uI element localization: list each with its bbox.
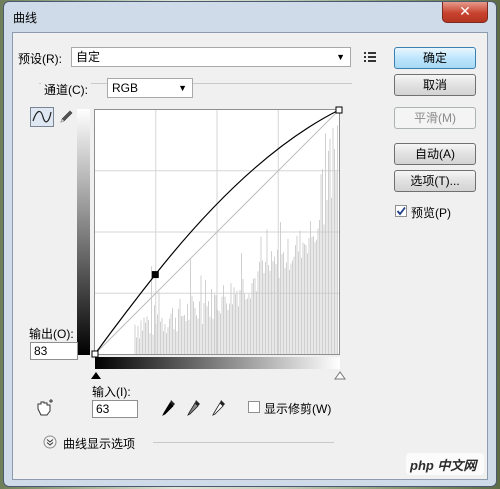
black-eyedropper-icon[interactable]: [161, 399, 177, 417]
input-field[interactable]: 63: [92, 400, 138, 418]
close-button[interactable]: ✕: [442, 2, 488, 23]
white-eyedropper-icon[interactable]: [211, 399, 227, 417]
black-point-slider[interactable]: [91, 372, 101, 379]
curve-endpoint-black[interactable]: [91, 350, 99, 358]
title-bar[interactable]: 曲线 ✕: [4, 2, 496, 30]
input-label: 输入(I):: [92, 385, 131, 399]
watermark-text: php 中文网: [410, 458, 477, 473]
curves-dialog: 曲线 ✕ 预设(R): 自定 ▼ 确定 取消 平滑(M) 自动(A) 选项(T)…: [3, 1, 497, 487]
hand-target-icon[interactable]: [35, 399, 55, 417]
white-point-slider[interactable]: [334, 371, 346, 380]
group-divider: [153, 442, 334, 443]
expand-chevron-icon[interactable]: [43, 435, 57, 449]
output-field[interactable]: 83: [30, 342, 78, 360]
watermark: php 中文网: [406, 453, 484, 475]
curves-graph[interactable]: [13, 33, 489, 481]
output-label: 输出(O):: [29, 327, 74, 341]
input-gradient-bar: [95, 357, 340, 369]
dialog-client-area: 预设(R): 自定 ▼ 确定 取消 平滑(M) 自动(A) 选项(T)... 预…: [12, 32, 488, 480]
gray-eyedropper-icon[interactable]: [186, 399, 202, 417]
curve-endpoint-white[interactable]: [335, 106, 343, 114]
curve-control-point[interactable]: [151, 271, 159, 279]
show-clipping-checkbox[interactable]: [248, 401, 260, 413]
show-clipping-label: 显示修剪(W): [264, 402, 332, 416]
curve-display-options-label[interactable]: 曲线显示选项: [63, 435, 135, 452]
output-gradient-bar: [77, 109, 90, 355]
window-title: 曲线: [13, 11, 38, 25]
